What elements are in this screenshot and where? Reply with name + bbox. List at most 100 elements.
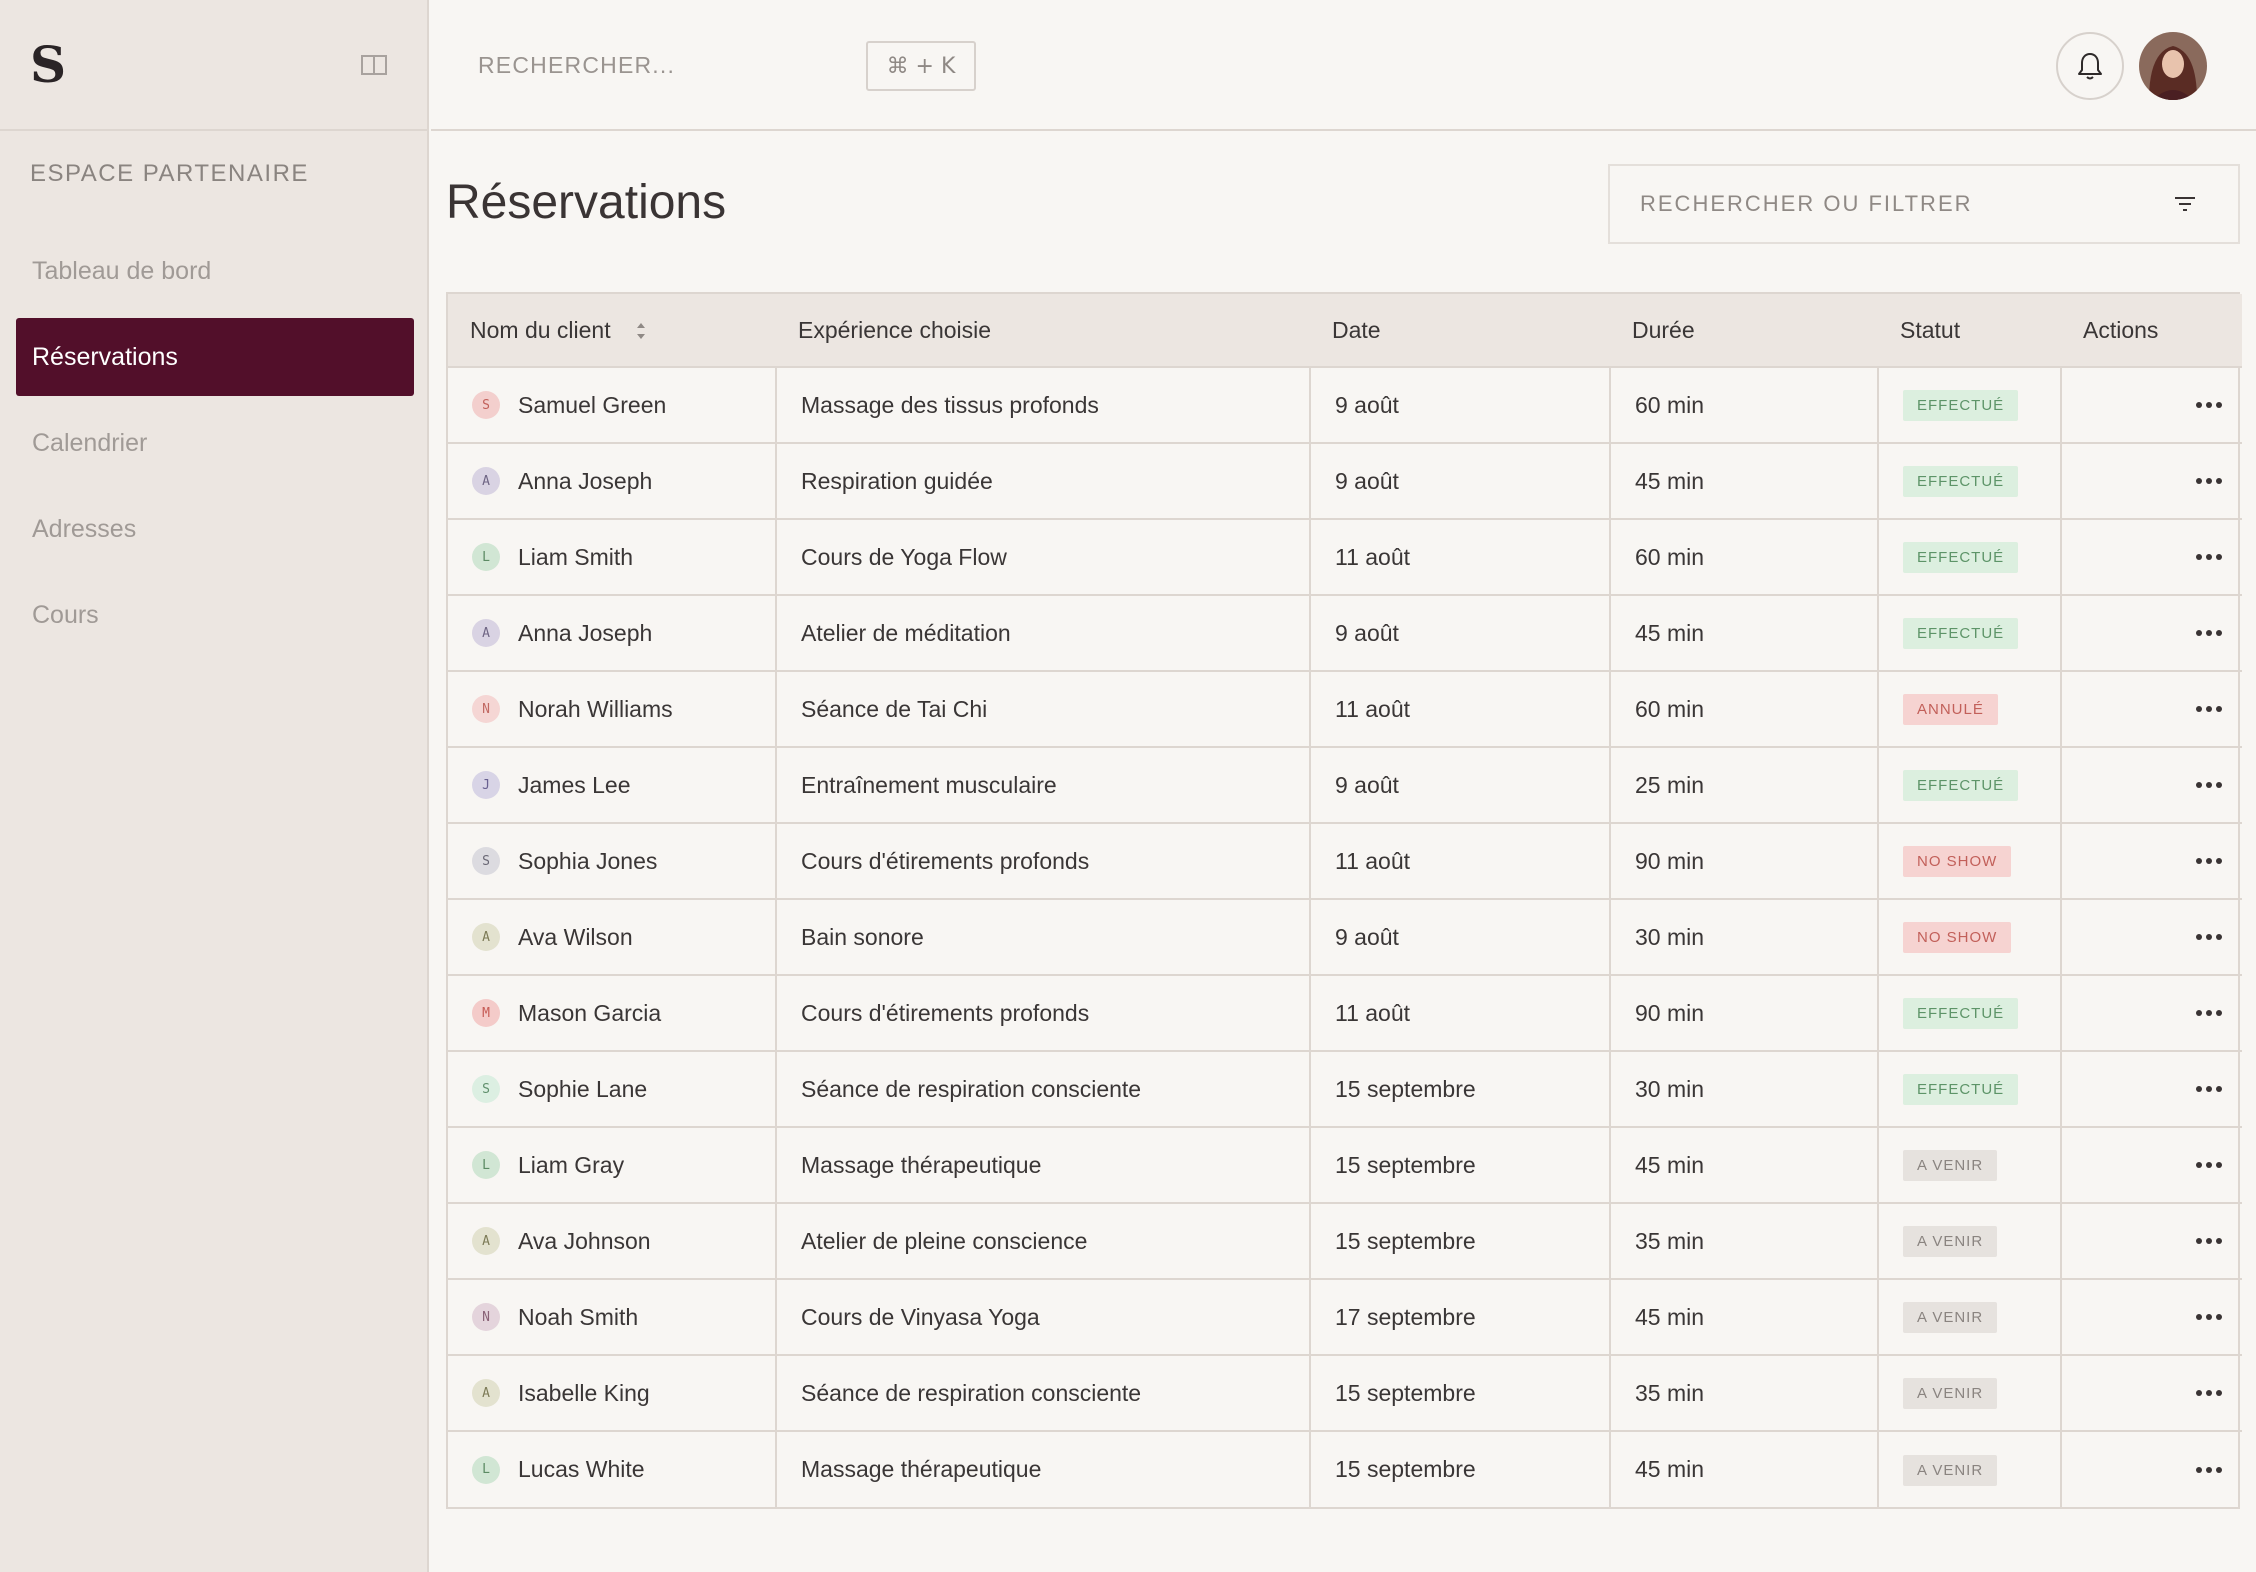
status-badge: EFFECTUÉ bbox=[1903, 998, 2019, 1029]
cell-duration: 45 min bbox=[1610, 443, 1879, 520]
filter-icon[interactable] bbox=[2174, 196, 2196, 212]
table-row[interactable]: A Ava Wilson Bain sonore 9 août 30 min N… bbox=[448, 899, 2242, 976]
cell-actions bbox=[2061, 671, 2242, 748]
search-filter-input[interactable]: RECHERCHER OU FILTRER bbox=[1608, 164, 2240, 244]
column-header-client[interactable]: Nom du client bbox=[448, 294, 776, 368]
sidebar-nav: Tableau de bord Réservations Calendrier … bbox=[16, 232, 414, 662]
client-avatar: A bbox=[472, 923, 500, 951]
cell-client: L Liam Smith bbox=[448, 519, 777, 596]
client-avatar: M bbox=[472, 999, 500, 1027]
client-avatar: A bbox=[472, 467, 500, 495]
cell-status: EFFECTUÉ bbox=[1878, 367, 2062, 444]
cell-actions bbox=[2061, 975, 2242, 1052]
table-row[interactable]: M Mason Garcia Cours d'étirements profon… bbox=[448, 975, 2242, 1052]
table-row[interactable]: A Anna Joseph Atelier de méditation 9 ao… bbox=[448, 595, 2242, 672]
cell-status: EFFECTUÉ bbox=[1878, 519, 2062, 596]
cell-status: A VENIR bbox=[1878, 1279, 2062, 1356]
cell-experience: Séance de respiration consciente bbox=[776, 1355, 1311, 1432]
cell-duration: 60 min bbox=[1610, 671, 1879, 748]
client-name: Lucas White bbox=[518, 1456, 645, 1482]
table-row[interactable]: S Sophie Lane Séance de respiration cons… bbox=[448, 1051, 2242, 1128]
cell-client: N Norah Williams bbox=[448, 671, 777, 748]
cell-status: A VENIR bbox=[1878, 1203, 2062, 1280]
more-actions-icon[interactable] bbox=[2196, 1010, 2222, 1016]
more-actions-icon[interactable] bbox=[2196, 1086, 2222, 1092]
cell-actions bbox=[2061, 443, 2242, 520]
cell-date: 11 août bbox=[1310, 975, 1611, 1052]
cell-status: EFFECTUÉ bbox=[1878, 1051, 2062, 1128]
table-row[interactable]: A Isabelle King Séance de respiration co… bbox=[448, 1355, 2242, 1432]
cell-date: 15 septembre bbox=[1310, 1127, 1611, 1204]
more-actions-icon[interactable] bbox=[2196, 1466, 2222, 1473]
table-row[interactable]: L Lucas White Massage thérapeutique 15 s… bbox=[448, 1431, 2242, 1507]
cell-experience: Cours d'étirements profonds bbox=[776, 823, 1311, 900]
cell-duration: 35 min bbox=[1610, 1355, 1879, 1432]
sidebar-toggle-icon[interactable] bbox=[361, 55, 387, 75]
sidebar-item-reservations[interactable]: Réservations bbox=[16, 318, 414, 396]
sidebar-item-addresses[interactable]: Adresses bbox=[16, 490, 414, 568]
more-actions-icon[interactable] bbox=[2196, 858, 2222, 864]
notifications-button[interactable] bbox=[2056, 32, 2124, 100]
sidebar-item-dashboard[interactable]: Tableau de bord bbox=[16, 232, 414, 310]
cell-status: A VENIR bbox=[1878, 1127, 2062, 1204]
cell-date: 17 septembre bbox=[1310, 1279, 1611, 1356]
cell-date: 15 septembre bbox=[1310, 1355, 1611, 1432]
cell-date: 11 août bbox=[1310, 823, 1611, 900]
cell-date: 15 septembre bbox=[1310, 1051, 1611, 1128]
client-avatar: L bbox=[472, 1455, 500, 1484]
cell-actions bbox=[2061, 1355, 2242, 1432]
more-actions-icon[interactable] bbox=[2196, 478, 2222, 484]
table-row[interactable]: A Anna Joseph Respiration guidée 9 août … bbox=[448, 443, 2242, 520]
cell-experience: Cours de Vinyasa Yoga bbox=[776, 1279, 1311, 1356]
cell-client: A Anna Joseph bbox=[448, 595, 777, 672]
cell-client: L Liam Gray bbox=[448, 1127, 777, 1204]
table-row[interactable]: N Noah Smith Cours de Vinyasa Yoga 17 se… bbox=[448, 1279, 2242, 1356]
cell-client: A Ava Johnson bbox=[448, 1203, 777, 1280]
cell-status: NO SHOW bbox=[1878, 823, 2062, 900]
table-row[interactable]: S Samuel Green Massage des tissus profon… bbox=[448, 367, 2242, 444]
section-title: ESPACE PARTENAIRE bbox=[30, 160, 309, 187]
more-actions-icon[interactable] bbox=[2196, 1314, 2222, 1320]
more-actions-icon[interactable] bbox=[2196, 630, 2222, 636]
more-actions-icon[interactable] bbox=[2196, 402, 2222, 408]
cell-client: A Anna Joseph bbox=[448, 443, 777, 520]
more-actions-icon[interactable] bbox=[2196, 1162, 2222, 1168]
client-avatar: S bbox=[472, 391, 500, 419]
cell-status: EFFECTUÉ bbox=[1878, 595, 2062, 672]
cell-experience: Atelier de méditation bbox=[776, 595, 1311, 672]
cell-experience: Séance de Tai Chi bbox=[776, 671, 1311, 748]
table-row[interactable]: S Sophia Jones Cours d'étirements profon… bbox=[448, 823, 2242, 900]
cell-status: NO SHOW bbox=[1878, 899, 2062, 976]
more-actions-icon[interactable] bbox=[2196, 782, 2222, 788]
client-name: Sophia Jones bbox=[518, 847, 658, 874]
more-actions-icon[interactable] bbox=[2196, 554, 2222, 560]
more-actions-icon[interactable] bbox=[2196, 934, 2222, 940]
table-row[interactable]: L Liam Gray Massage thérapeutique 15 sep… bbox=[448, 1127, 2242, 1204]
global-search-input[interactable]: RECHERCHER... bbox=[478, 52, 675, 79]
sidebar-item-courses[interactable]: Cours bbox=[16, 576, 414, 654]
cell-duration: 30 min bbox=[1610, 899, 1879, 976]
more-actions-icon[interactable] bbox=[2196, 1390, 2222, 1396]
table-row[interactable]: L Liam Smith Cours de Yoga Flow 11 août … bbox=[448, 519, 2242, 596]
cell-actions bbox=[2061, 595, 2242, 672]
sidebar-item-calendar[interactable]: Calendrier bbox=[16, 404, 414, 482]
brand-logo[interactable]: S bbox=[30, 38, 66, 92]
table-row[interactable]: J James Lee Entraînement musculaire 9 ao… bbox=[448, 747, 2242, 824]
cell-date: 9 août bbox=[1310, 367, 1611, 444]
sort-icon[interactable] bbox=[635, 320, 647, 342]
client-avatar: L bbox=[472, 1151, 500, 1179]
cell-client: S Sophie Lane bbox=[448, 1051, 777, 1128]
cell-duration: 35 min bbox=[1610, 1203, 1879, 1280]
table-row[interactable]: A Ava Johnson Atelier de pleine conscien… bbox=[448, 1203, 2242, 1280]
cell-duration: 60 min bbox=[1610, 367, 1879, 444]
user-avatar[interactable] bbox=[2139, 32, 2207, 100]
more-actions-icon[interactable] bbox=[2196, 1238, 2222, 1244]
cell-status: EFFECTUÉ bbox=[1878, 747, 2062, 824]
status-badge: EFFECTUÉ bbox=[1903, 390, 2019, 421]
client-avatar: L bbox=[472, 543, 500, 571]
more-actions-icon[interactable] bbox=[2196, 706, 2222, 712]
client-avatar: J bbox=[472, 771, 500, 799]
cell-actions bbox=[2061, 823, 2242, 900]
topbar: RECHERCHER... ⌘ + K bbox=[431, 0, 2256, 131]
table-row[interactable]: N Norah Williams Séance de Tai Chi 11 ao… bbox=[448, 671, 2242, 748]
